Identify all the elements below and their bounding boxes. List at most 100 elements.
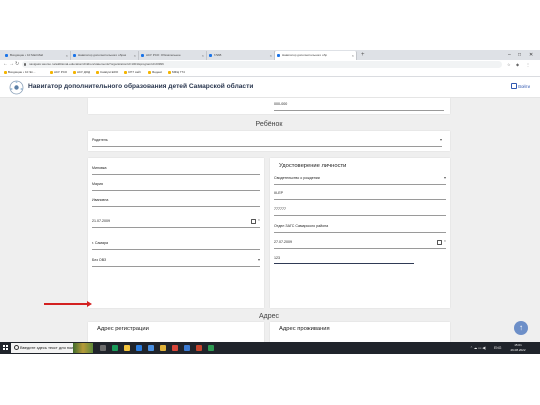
- new-tab-button[interactable]: +: [361, 51, 365, 60]
- bookmark-icon: [50, 71, 53, 74]
- patronymic-field[interactable]: Ивановна: [92, 195, 260, 206]
- bookmark-item[interactable]: СП7 сайт: [124, 69, 141, 76]
- field-underline: [274, 231, 446, 232]
- bookmark-icon: [96, 71, 99, 74]
- close-tab-icon[interactable]: ×: [352, 51, 354, 60]
- search-highlight-image: [73, 343, 93, 353]
- taskbar-search-box[interactable]: Введите здесь текст для поиска: [11, 343, 93, 353]
- tab-label: Навигатор дополнительного обр: [282, 53, 328, 57]
- relation-select[interactable]: Родитель: [92, 135, 442, 146]
- bookmark-item[interactable]: АСУ ДОД: [73, 69, 90, 76]
- taskbar-clock[interactable]: 15:01 26.08.2022: [507, 343, 529, 353]
- browser-tab-2[interactable]: Навигатор дополнительного образ ×: [71, 51, 139, 60]
- last-name-field[interactable]: Миновкa: [92, 163, 260, 174]
- close-tab-icon[interactable]: ×: [202, 51, 204, 60]
- word-icon[interactable]: [184, 345, 190, 351]
- close-tab-icon[interactable]: ×: [270, 51, 272, 60]
- document-type-select[interactable]: Свидетельство о рождении: [274, 173, 446, 184]
- bookmark-item[interactable]: Catalyst ERO: [96, 69, 118, 76]
- clear-icon[interactable]: ×: [258, 218, 260, 222]
- browser-tab-4[interactable]: ГЛАВ ×: [207, 51, 275, 60]
- browser-tab-strip: Входящие • 10 Mail.Mail × Навигатор допо…: [0, 50, 540, 60]
- star-icon[interactable]: ☆: [507, 60, 511, 69]
- windows-start-icon[interactable]: [3, 345, 8, 350]
- browser-tab-active[interactable]: Навигатор дополнительного обр ×: [275, 51, 357, 60]
- minimize-button[interactable]: –: [508, 50, 511, 60]
- site-header: Навигатор дополнительного образования де…: [0, 77, 540, 98]
- calendar-icon[interactable]: [437, 240, 442, 245]
- edge-browser-icon[interactable]: [112, 345, 118, 351]
- bookmark-item[interactable]: Яндекс: [148, 69, 162, 76]
- issue-date-field[interactable]: 27.07.2009 ×: [274, 237, 446, 248]
- chrome-browser-icon[interactable]: [172, 345, 178, 351]
- document-number-field[interactable]: 777777: [274, 204, 446, 215]
- favicon-icon: [277, 54, 280, 57]
- residence-address-title: Адрес проживания: [279, 326, 330, 332]
- favicon-icon: [209, 54, 212, 57]
- field-underline: [92, 145, 442, 146]
- birth-date-field[interactable]: 21.07.2009 ×: [92, 216, 260, 227]
- calendar-icon[interactable]: [251, 219, 256, 224]
- reload-icon[interactable]: ↻: [15, 60, 19, 69]
- bookmark-item[interactable]: МФЦ 774: [168, 69, 185, 76]
- active-document-field[interactable]: 123: [274, 253, 414, 264]
- field-underline: [274, 214, 446, 215]
- extensions-icon[interactable]: ◆: [516, 60, 519, 69]
- task-view-icon[interactable]: [100, 345, 106, 351]
- close-tab-icon[interactable]: ×: [66, 51, 68, 60]
- birth-place-field[interactable]: г. Самара: [92, 238, 260, 249]
- site-title[interactable]: Навигатор дополнительного образования де…: [28, 77, 253, 97]
- close-tab-icon[interactable]: ×: [134, 51, 136, 60]
- tab-label: ГЛАВ: [214, 53, 222, 57]
- file-explorer-icon[interactable]: [124, 345, 130, 351]
- clear-icon[interactable]: ×: [444, 239, 446, 243]
- powerpoint-icon[interactable]: [196, 345, 202, 351]
- store-icon[interactable]: [136, 345, 142, 351]
- scroll-to-top-button[interactable]: ↑: [514, 321, 528, 335]
- mail-icon[interactable]: [148, 345, 154, 351]
- excel-icon[interactable]: [208, 345, 214, 351]
- main-content: 000-000 Ребёнок Родитель Миновкa Мария И…: [0, 98, 540, 343]
- maximize-button[interactable]: □: [518, 50, 521, 60]
- field-underline: [92, 189, 260, 190]
- child-card: Миновкa Мария Ивановна 21.07.2009 × г. С…: [88, 158, 264, 308]
- menu-icon[interactable]: ⋮: [526, 60, 530, 69]
- field-underline: [92, 265, 260, 266]
- section-title-child: Ребёнок: [255, 121, 283, 128]
- navigator-logo-icon[interactable]: [9, 80, 24, 95]
- system-tray-icons[interactable]: ⌃ ☁ ▭ ◀): [470, 342, 486, 354]
- registration-address-title: Адрес регистрации: [97, 326, 149, 332]
- tab-label: Входящие • 10 Mail.Mail: [10, 53, 43, 57]
- annotation-arrow: [44, 301, 92, 307]
- bookmark-item[interactable]: Входящие • 10 Эл...: [4, 69, 35, 76]
- address-bar[interactable]: navigator.asurso.ru/additional-education…: [22, 61, 502, 68]
- browser-toolbar: ← → ↻ navigator.asurso.ru/additional-edu…: [0, 60, 540, 69]
- first-name-field[interactable]: Мария: [92, 179, 260, 190]
- field-underline: [92, 248, 260, 249]
- favicon-icon: [141, 54, 144, 57]
- search-icon: [14, 345, 19, 350]
- login-button[interactable]: Войти: [511, 77, 530, 97]
- back-icon[interactable]: ←: [3, 60, 8, 69]
- login-label: Войти: [518, 84, 530, 89]
- section-title-address: Адрес: [258, 313, 280, 320]
- browser-tab-3[interactable]: АСУ РСО: Обязательное ×: [139, 51, 207, 60]
- browser-tab-1[interactable]: Входящие • 10 Mail.Mail ×: [3, 51, 71, 60]
- taskbar: Введите здесь текст для поиска ⌃ ☁ ▭ ◀) …: [0, 342, 540, 354]
- relation-card: Родитель: [88, 131, 450, 151]
- document-series-field[interactable]: III-ЕР: [274, 188, 446, 199]
- bookmark-item[interactable]: АСУ РСО: [50, 69, 67, 76]
- screenshot: Входящие • 10 Mail.Mail × Навигатор допо…: [0, 50, 540, 354]
- folder-icon[interactable]: [160, 345, 166, 351]
- bookmark-icon: [124, 71, 127, 74]
- issued-by-field[interactable]: Отдел ЗАГС Самарского района: [274, 221, 446, 232]
- disability-select[interactable]: Без ОВЗ: [92, 255, 260, 266]
- tab-label: Навигатор дополнительного образ: [78, 53, 127, 57]
- close-window-button[interactable]: ✕: [529, 50, 533, 60]
- language-indicator[interactable]: ENG: [494, 342, 501, 354]
- id-card: Удостоверение личности Свидетельство о р…: [270, 158, 450, 308]
- forward-icon[interactable]: →: [9, 60, 14, 69]
- parent-extra-field[interactable]: 000-000: [274, 99, 444, 110]
- favicon-icon: [5, 54, 8, 57]
- login-icon: [511, 82, 518, 89]
